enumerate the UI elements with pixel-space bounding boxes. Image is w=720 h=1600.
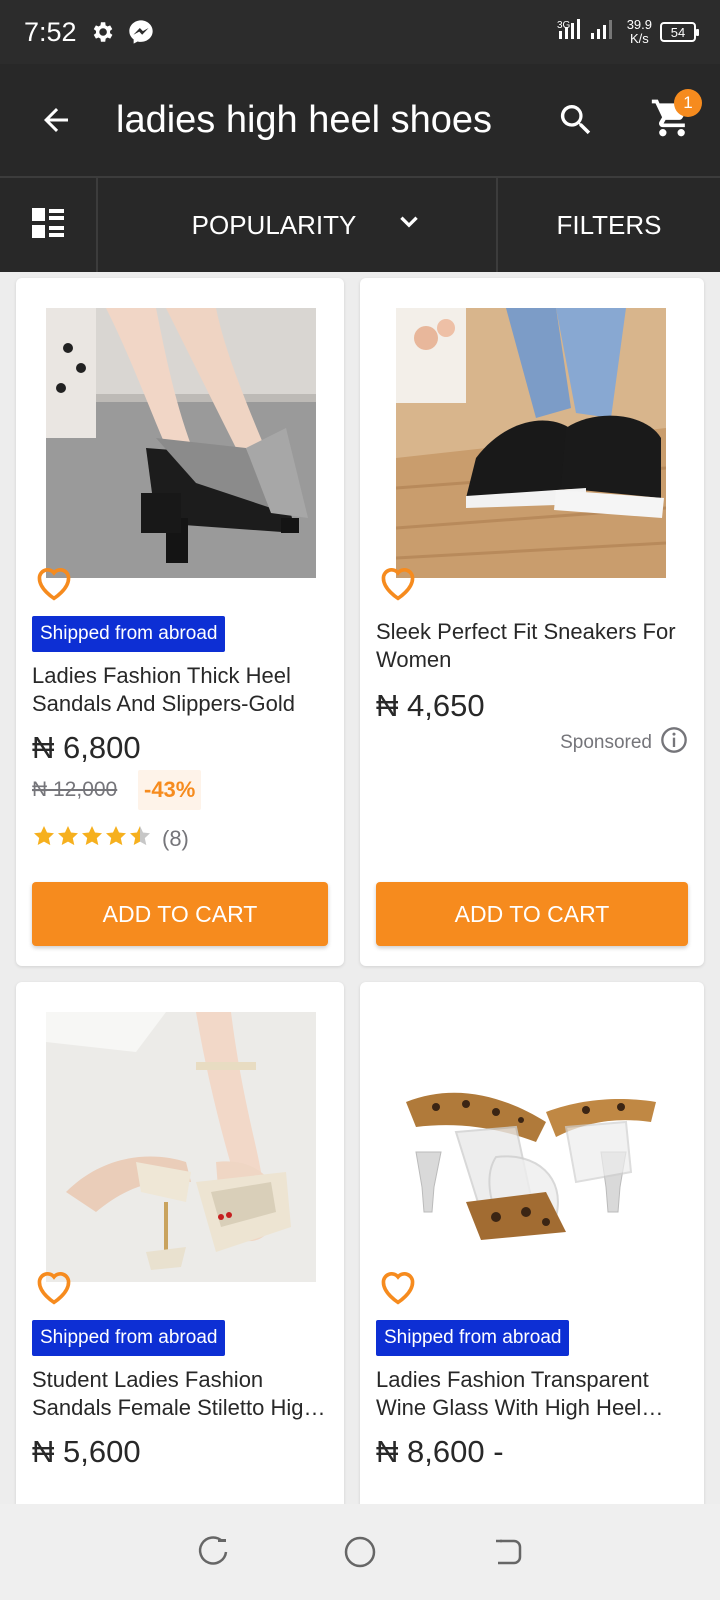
star-icon xyxy=(32,824,56,853)
product-price: ₦ 6,800 xyxy=(32,730,141,765)
product-card[interactable]: Shipped from abroad Student Ladies Fashi… xyxy=(16,982,344,1504)
half-star-icon xyxy=(128,824,152,853)
settings-gear-icon xyxy=(89,19,115,45)
rating-count: (8) xyxy=(162,825,189,851)
cart-button[interactable]: 1 xyxy=(642,89,702,150)
star-icon xyxy=(80,824,104,853)
product-image[interactable] xyxy=(46,1012,316,1282)
sort-label: POPULARITY xyxy=(191,209,357,240)
info-icon[interactable] xyxy=(660,726,688,760)
cart-count-badge: 1 xyxy=(674,89,702,117)
star-icon xyxy=(56,824,80,853)
recent-apps-icon[interactable] xyxy=(183,1522,243,1582)
sponsored-label: Sponsored xyxy=(560,726,688,760)
product-card[interactable]: Sleek Perfect Fit Sneakers For Women ₦ 4… xyxy=(360,278,704,966)
product-name[interactable]: Sleek Perfect Fit Sneakers For Women xyxy=(376,618,676,674)
wishlist-heart-icon[interactable] xyxy=(32,562,76,602)
list-view-icon xyxy=(31,206,65,245)
wishlist-heart-icon[interactable] xyxy=(376,562,420,602)
battery-icon: 54 xyxy=(660,22,699,42)
product-rating: (8) xyxy=(32,824,189,853)
search-icon[interactable] xyxy=(548,92,604,148)
star-icon xyxy=(104,824,128,853)
svg-text:3G: 3G xyxy=(557,20,571,31)
wishlist-heart-icon[interactable] xyxy=(376,1266,420,1306)
product-name[interactable]: Student Ladies Fashion Sandals Female St… xyxy=(32,1366,332,1422)
back-nav-icon[interactable] xyxy=(477,1522,537,1582)
shipped-from-abroad-badge: Shipped from abroad xyxy=(376,1320,570,1356)
product-price: ₦ 5,600 xyxy=(32,1434,141,1469)
product-image[interactable] xyxy=(396,308,666,578)
wishlist-heart-icon[interactable] xyxy=(32,1266,76,1306)
back-arrow-icon[interactable] xyxy=(24,88,88,152)
messenger-icon xyxy=(127,18,155,46)
product-price: ₦ 4,650 xyxy=(376,688,485,723)
product-old-price: ₦ 12,000 xyxy=(32,778,118,801)
signal-icon: 3G xyxy=(557,17,619,48)
status-time: 7:52 xyxy=(24,16,77,47)
network-speed: 39.9 K/s xyxy=(626,17,652,46)
discount-badge: -43% xyxy=(138,770,202,810)
product-image[interactable] xyxy=(46,308,316,578)
product-name[interactable]: Ladies Fashion Thick Heel Sandals And Sl… xyxy=(32,662,332,718)
product-name[interactable]: Ladies Fashion Transparent Wine Glass Wi… xyxy=(376,1366,686,1422)
product-grid: Shipped from abroad Ladies Fashion Thick… xyxy=(0,272,720,1504)
product-price: ₦ 8,600 - xyxy=(376,1434,504,1469)
filters-button[interactable]: FILTERS xyxy=(498,178,720,272)
home-icon[interactable] xyxy=(330,1522,390,1582)
system-navigation-bar xyxy=(0,1504,720,1600)
status-bar: 7:52 3G 39.9 K/s 54 xyxy=(0,0,720,64)
sort-filter-bar: POPULARITY FILTERS xyxy=(0,176,720,272)
product-card[interactable]: Shipped from abroad Ladies Fashion Trans… xyxy=(360,982,704,1504)
add-to-cart-button[interactable]: ADD TO CART xyxy=(376,882,688,946)
shipped-from-abroad-badge: Shipped from abroad xyxy=(32,616,226,652)
sort-dropdown[interactable]: POPULARITY xyxy=(98,178,498,272)
product-image[interactable] xyxy=(396,1012,666,1282)
shipped-from-abroad-badge: Shipped from abroad xyxy=(32,1320,226,1356)
search-query-title[interactable]: ladies high heel shoes xyxy=(116,99,492,142)
view-toggle-button[interactable] xyxy=(0,178,98,272)
product-card[interactable]: Shipped from abroad Ladies Fashion Thick… xyxy=(16,278,344,966)
chevron-down-icon xyxy=(396,209,422,242)
app-bar: ladies high heel shoes 1 xyxy=(0,64,720,176)
add-to-cart-button[interactable]: ADD TO CART xyxy=(32,882,328,946)
